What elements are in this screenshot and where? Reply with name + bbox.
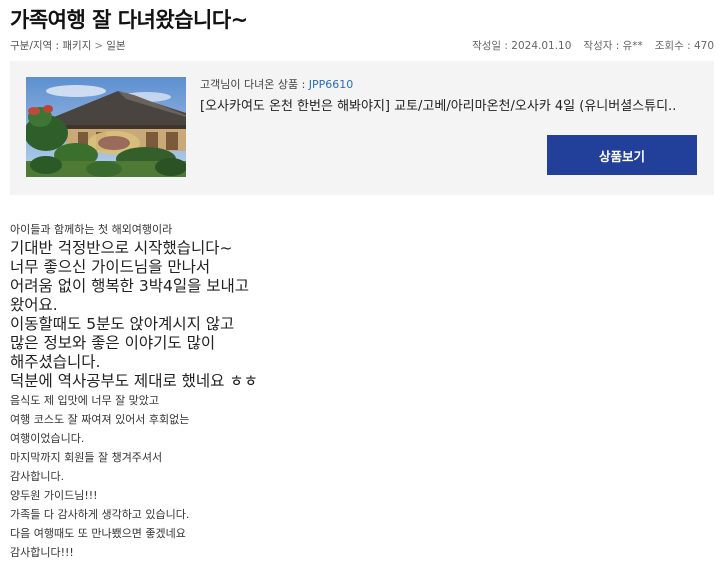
- japanese-garden-photo-icon: [26, 77, 186, 177]
- post-body-line: 기대반 걱정반으로 시작했습니다~: [10, 239, 233, 257]
- post-body-line: 다음 여행때도 또 만나뵀으면 좋겠네요: [10, 527, 186, 540]
- post-body-line: 가족들 다 감사하게 생각하고 있습니다.: [10, 508, 190, 521]
- product-name[interactable]: [오사카여도 온천 한번은 해봐야지] 교토/고베/아리마온천/오사카 4일 (…: [200, 95, 690, 114]
- post-body-line: 아이들과 함께하는 첫 해외여행이라: [10, 223, 173, 236]
- post-body-line: 감사합니다!!!: [10, 546, 74, 559]
- breadcrumb: 구분/지역 : 패키지 > 일본: [10, 38, 126, 53]
- product-thumbnail[interactable]: [26, 77, 186, 177]
- post-views: 조회수 : 470: [654, 40, 714, 52]
- post-body-line: 너무 좋으신 가이드님을 만나서: [10, 258, 211, 276]
- breadcrumb-region[interactable]: 일본: [106, 40, 125, 52]
- post-body-line: 여행이었습니다.: [10, 432, 85, 445]
- breadcrumb-separator-icon: >: [94, 40, 104, 52]
- post-body-line: 마지막까지 회원들 잘 챙겨주셔서: [10, 451, 163, 464]
- post-body-line: 왔어요.: [10, 296, 58, 314]
- post-body-line: 감사합니다.: [10, 470, 65, 483]
- post-body: 아이들과 함께하는 첫 해외여행이라기대반 걱정반으로 시작했습니다~ 너무 좋으…: [10, 220, 710, 562]
- post-author: 작성자 : 유**: [583, 40, 643, 52]
- view-product-button[interactable]: 상품보기: [547, 135, 697, 175]
- post-body-line: 해주셨습니다.: [10, 353, 101, 371]
- product-label-prefix: 고객님이 다녀온 상품 :: [200, 78, 309, 91]
- product-card: 고객님이 다녀온 상품 : JPP6610 [오사카여도 온천 한번은 해봐야지…: [10, 61, 714, 195]
- post-date: 작성일 : 2024.01.10: [472, 40, 572, 52]
- breadcrumb-category[interactable]: 구분/지역 : 패키지: [10, 40, 91, 52]
- post-body-line: 이동할때도 5분도 앉아계시지 않고: [10, 315, 235, 333]
- product-code[interactable]: JPP6610: [309, 78, 354, 91]
- post-body-line: 어려움 없이 행복한 3박4일을 보내고: [10, 277, 250, 295]
- post-body-line: 덕분에 역사공부도 제대로 했네요 ㅎㅎ: [10, 372, 258, 390]
- post-body-line: 많은 정보와 좋은 이야기도 많이: [10, 334, 216, 352]
- post-body-line: 여행 코스도 잘 짜여져 있어서 후회없는: [10, 413, 190, 426]
- post-body-line: 양두원 가이드님!!!: [10, 489, 98, 502]
- post-info: 작성일 : 2024.01.10 작성자 : 유** 조회수 : 470: [472, 38, 714, 53]
- product-label: 고객님이 다녀온 상품 : JPP6610: [200, 76, 353, 92]
- post-body-line: 음식도 제 입맛에 너무 잘 맞았고: [10, 394, 160, 407]
- post-meta-row: 구분/지역 : 패키지 > 일본 작성일 : 2024.01.10 작성자 : 유**…: [10, 38, 714, 54]
- page-title: 가족여행 잘 다녀왔습니다~: [10, 8, 248, 32]
